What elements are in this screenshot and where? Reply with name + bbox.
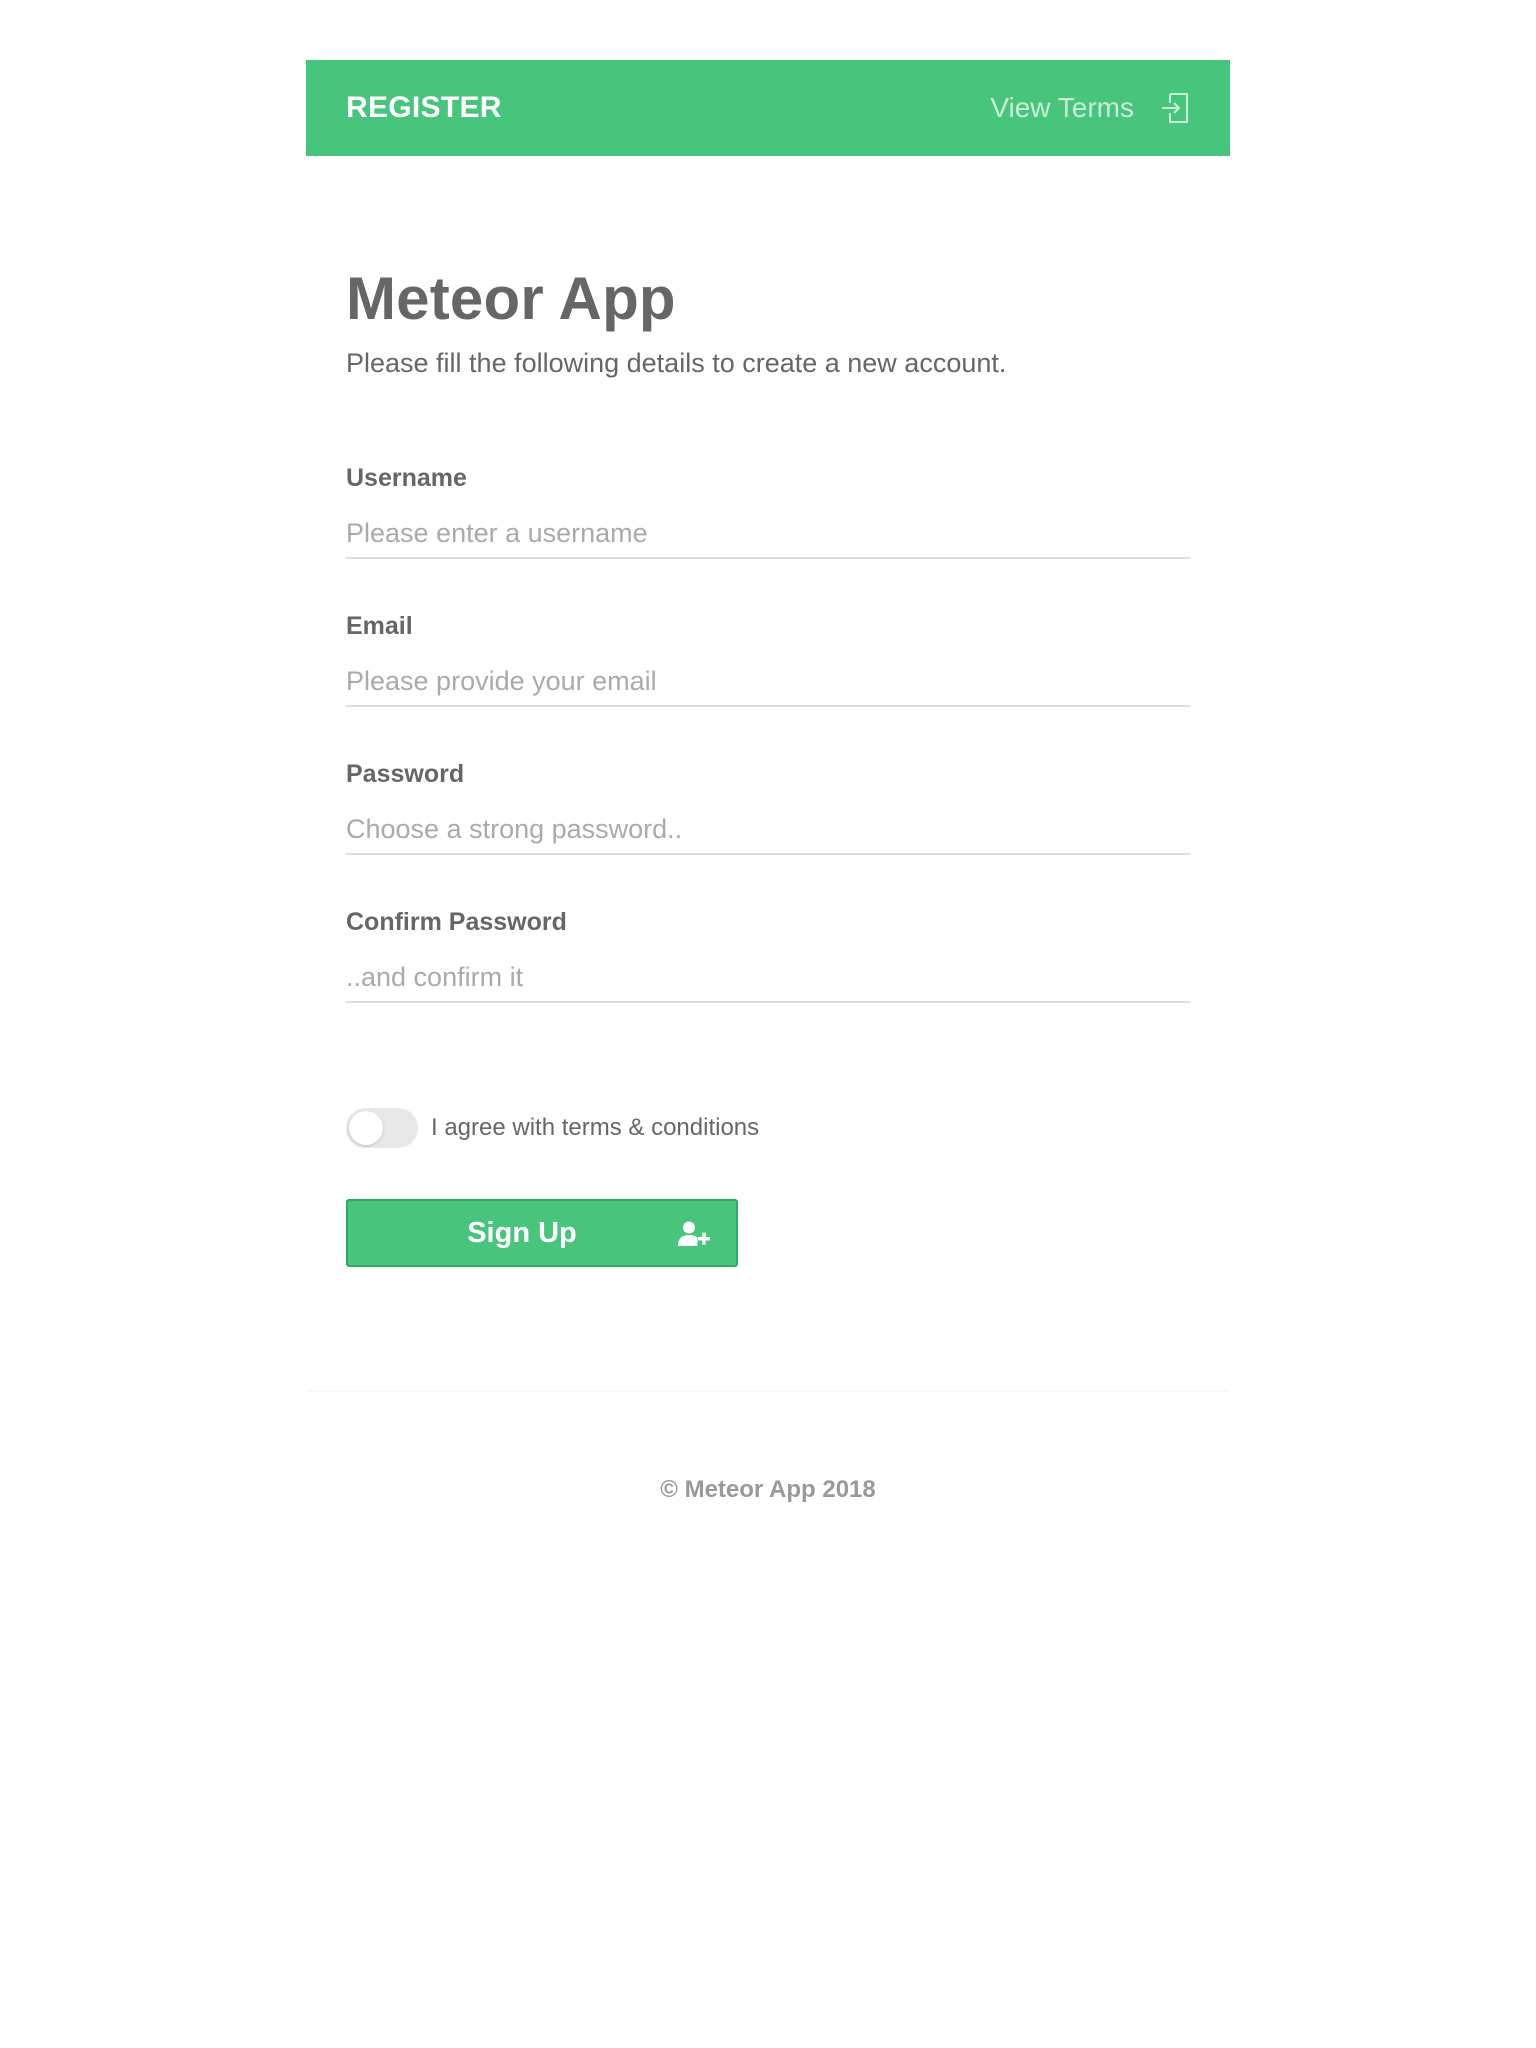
terms-label: I agree with terms & conditions [431,1114,760,1141]
footer-copyright: © Meteor App 2018 [660,1476,876,1503]
email-field-group: Email [346,611,1190,759]
confirm-password-label: Confirm Password [346,908,567,936]
username-input[interactable] [346,509,1190,559]
add-user-icon [678,1221,712,1255]
register-content: Meteor App Please fill the following det… [306,156,1230,1267]
view-terms-link[interactable]: View Terms [990,92,1190,124]
terms-toggle[interactable] [346,1108,418,1148]
password-input[interactable] [346,805,1190,855]
username-field-group: Username [346,463,1190,611]
email-input[interactable] [346,657,1190,707]
password-label: Password [346,760,465,788]
username-label: Username [346,464,467,492]
register-form: Username Email Password Confirm Password… [346,463,1190,1267]
page-subtitle: Please fill the following details to cre… [346,348,1007,378]
confirm-password-field-group: Confirm Password [346,907,1190,1055]
sign-up-label: Sign Up [467,1216,577,1249]
page-title: Meteor App [346,265,676,332]
footer-divider [306,1390,1230,1392]
sign-in-icon [1160,92,1190,124]
email-label: Email [346,612,413,640]
password-field-group: Password [346,759,1190,907]
sign-up-button[interactable]: Sign Up [346,1199,738,1267]
toggle-knob [349,1111,383,1145]
terms-row: I agree with terms & conditions [346,1107,1190,1149]
register-card: REGISTER View Terms Meteor App Please fi… [306,60,1230,1267]
header-title: REGISTER [346,91,502,124]
header-bar: REGISTER View Terms [306,60,1230,156]
view-terms-label: View Terms [990,92,1134,123]
confirm-password-input[interactable] [346,953,1190,1003]
